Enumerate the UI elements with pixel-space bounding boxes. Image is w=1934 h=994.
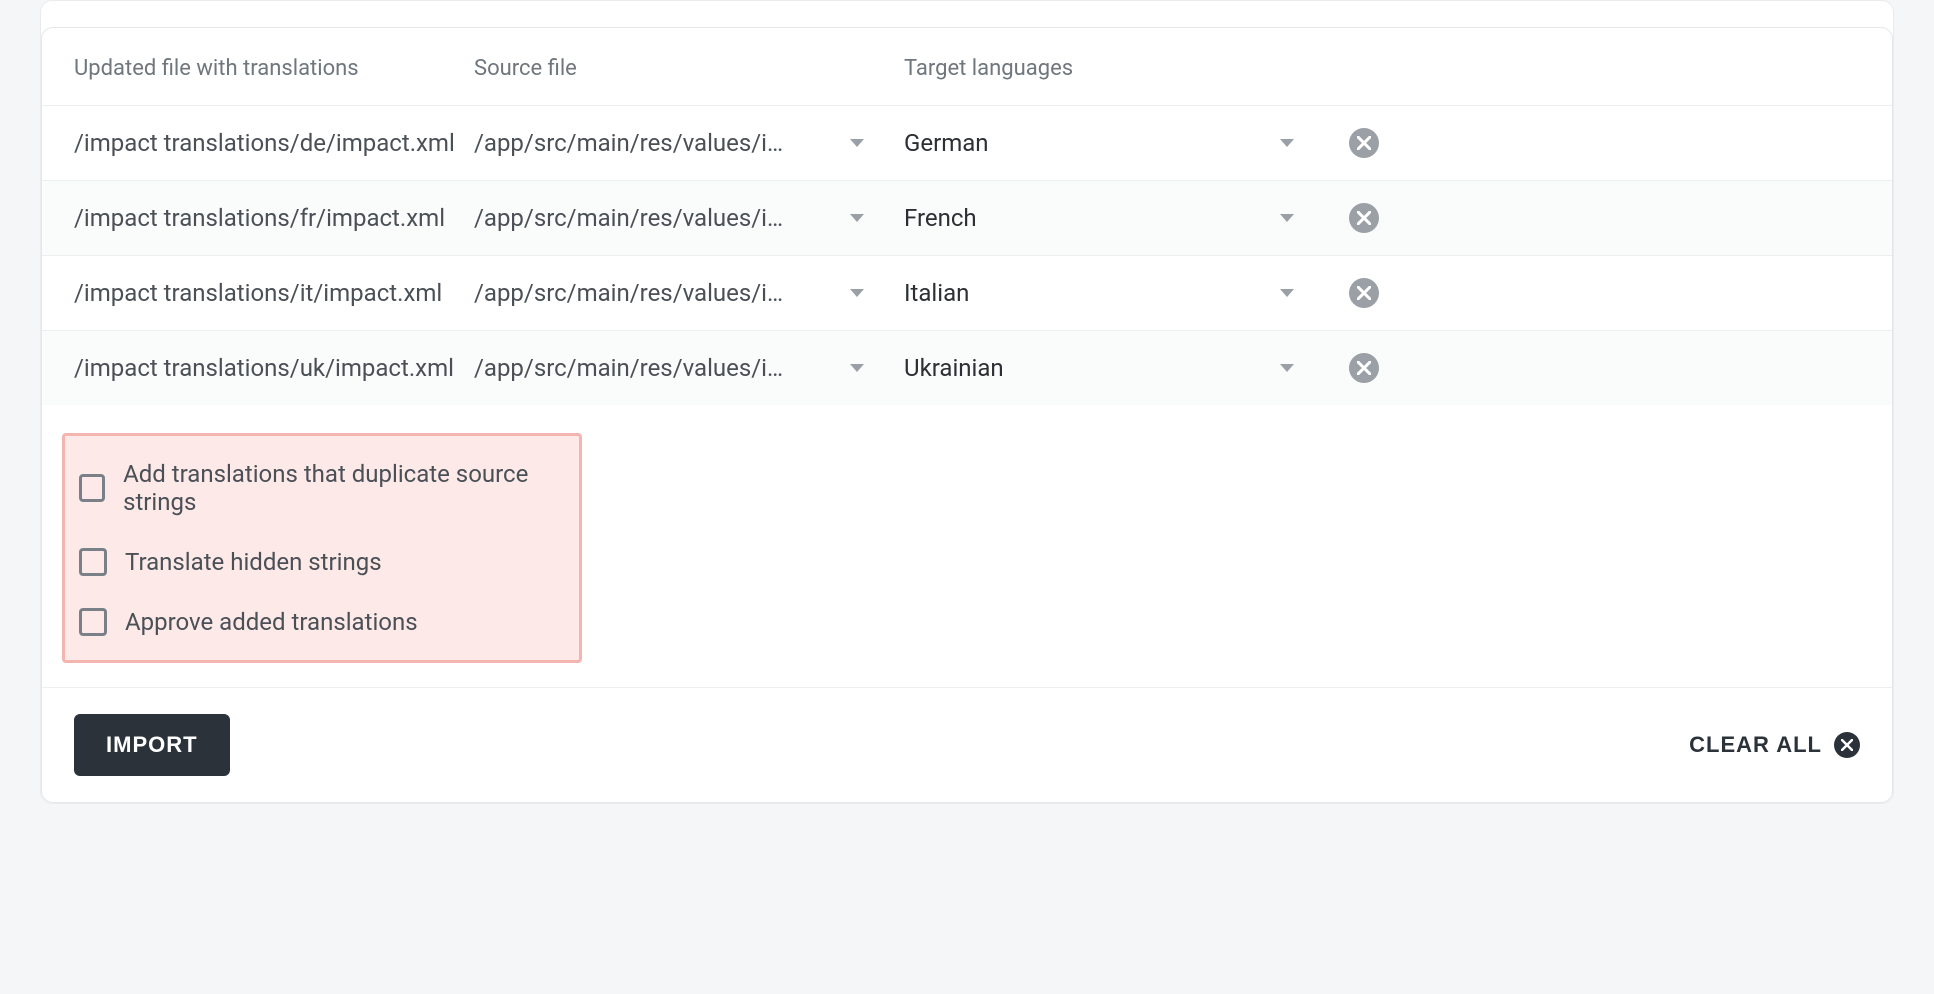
import-options-box: Add translations that duplicate source s… [62,433,582,663]
source-file-label: /app/src/main/res/values/im… [474,354,794,382]
option-approve-added: Approve added translations [79,592,565,642]
option-duplicate-source: Add translations that duplicate source s… [79,454,565,532]
remove-row-button[interactable] [1349,128,1379,158]
header-source: Source file [474,56,904,81]
target-lang-label: Italian [904,279,969,307]
file-path: /impact translations/de/impact.xml [74,129,474,157]
file-path: /impact translations/fr/impact.xml [74,204,474,232]
table-row: /impact translations/de/impact.xml /app/… [42,105,1892,180]
source-file-label: /app/src/main/res/values/im… [474,129,794,157]
clear-all-button[interactable]: CLEAR ALL [1689,732,1860,758]
target-lang-select[interactable]: French [904,204,1334,232]
source-file-select[interactable]: /app/src/main/res/values/im… [474,354,904,382]
close-icon [1357,286,1371,300]
option-label: Add translations that duplicate source s… [123,460,565,516]
chevron-down-icon [850,364,864,372]
file-path: /impact translations/it/impact.xml [74,279,474,307]
target-lang-select[interactable]: Italian [904,279,1334,307]
close-icon [1357,136,1371,150]
checkbox[interactable] [79,608,107,636]
checkbox[interactable] [79,474,105,502]
close-icon [1357,361,1371,375]
option-translate-hidden: Translate hidden strings [79,532,565,592]
source-file-select[interactable]: /app/src/main/res/values/im… [474,129,904,157]
table-row: /impact translations/uk/impact.xml /app/… [42,330,1892,405]
target-lang-select[interactable]: Ukrainian [904,354,1334,382]
table-row: /impact translations/it/impact.xml /app/… [42,255,1892,330]
target-lang-label: Ukrainian [904,354,1004,382]
target-lang-label: German [904,129,989,157]
import-panel: Updated file with translations Source fi… [40,0,1894,804]
translations-card: Updated file with translations Source fi… [41,27,1893,803]
chevron-down-icon [1280,214,1294,222]
chevron-down-icon [1280,364,1294,372]
chevron-down-icon [850,214,864,222]
card-footer: IMPORT CLEAR ALL [42,687,1892,802]
table-header: Updated file with translations Source fi… [42,28,1892,105]
chevron-down-icon [850,139,864,147]
option-label: Approve added translations [125,608,418,636]
remove-row-button[interactable] [1349,278,1379,308]
chevron-down-icon [850,289,864,297]
target-lang-select[interactable]: German [904,129,1334,157]
source-file-label: /app/src/main/res/values/im… [474,204,794,232]
import-button[interactable]: IMPORT [74,714,230,776]
option-label: Translate hidden strings [125,548,382,576]
target-lang-label: French [904,204,977,232]
table-row: /impact translations/fr/impact.xml /app/… [42,180,1892,255]
source-file-select[interactable]: /app/src/main/res/values/im… [474,279,904,307]
header-file: Updated file with translations [74,56,474,81]
remove-row-button[interactable] [1349,353,1379,383]
close-icon [1357,211,1371,225]
header-spacer [1334,56,1394,81]
close-icon [1834,732,1860,758]
chevron-down-icon [1280,139,1294,147]
checkbox[interactable] [79,548,107,576]
file-path: /impact translations/uk/impact.xml [74,354,474,382]
source-file-label: /app/src/main/res/values/im… [474,279,794,307]
clear-all-label: CLEAR ALL [1689,732,1822,758]
header-target: Target languages [904,56,1334,81]
source-file-select[interactable]: /app/src/main/res/values/im… [474,204,904,232]
remove-row-button[interactable] [1349,203,1379,233]
chevron-down-icon [1280,289,1294,297]
